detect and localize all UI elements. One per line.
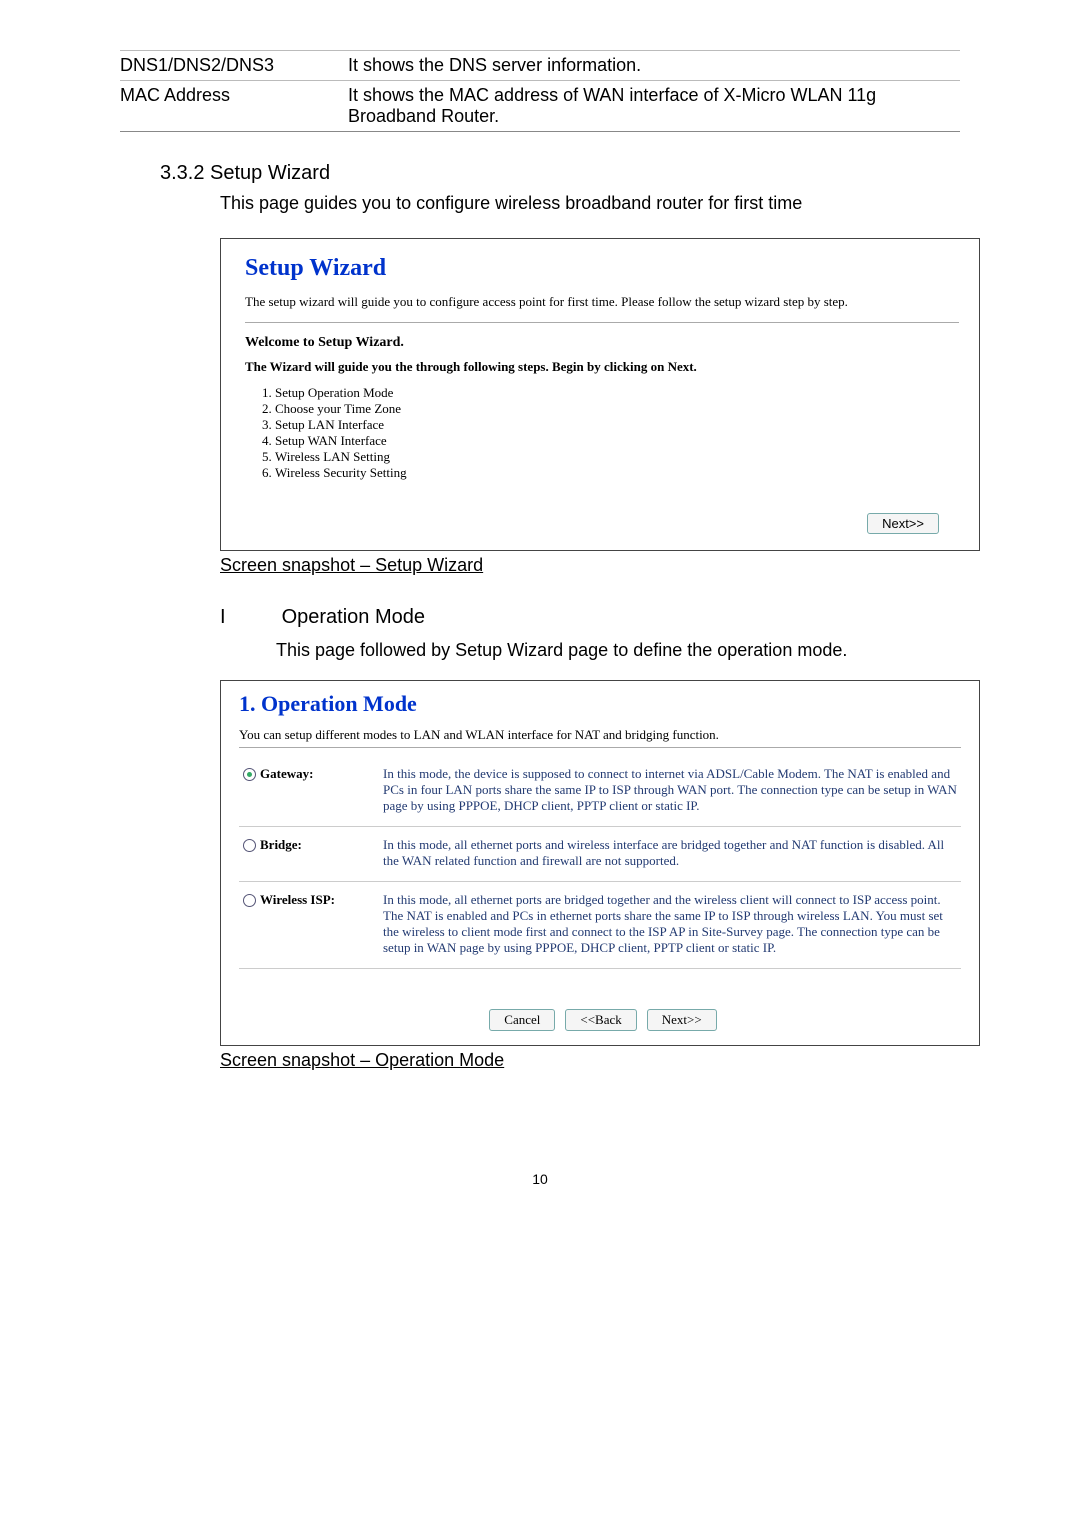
radio-gateway[interactable]	[243, 768, 256, 781]
table-row: DNS1/DNS2/DNS3 It shows the DNS server i…	[120, 51, 960, 81]
option-text: In this mode, the device is supposed to …	[383, 766, 957, 814]
setup-wizard-steps: Setup Operation Mode Choose your Time Zo…	[275, 385, 959, 481]
info-value: It shows the DNS server information.	[348, 51, 960, 81]
setup-wizard-guide: The Wizard will guide you the through fo…	[245, 359, 959, 375]
option-label: Bridge:	[260, 837, 302, 853]
section-heading: 3.3.2 Setup Wizard	[160, 162, 960, 185]
operation-mode-panel: 1. Operation Mode You can setup differen…	[220, 680, 980, 1046]
operation-mode-title: 1. Operation Mode	[239, 691, 961, 717]
table-row: MAC Address It shows the MAC address of …	[120, 81, 960, 132]
info-label: DNS1/DNS2/DNS3	[120, 51, 348, 81]
setup-wizard-title: Setup Wizard	[245, 255, 959, 282]
setup-wizard-welcome: Welcome to Setup Wizard.	[245, 335, 959, 351]
option-label: Wireless ISP:	[260, 892, 335, 908]
radio-wireless-isp[interactable]	[243, 894, 256, 907]
sublist-index: I	[220, 606, 276, 629]
info-table: DNS1/DNS2/DNS3 It shows the DNS server i…	[120, 50, 960, 132]
wizard-step: Wireless Security Setting	[275, 465, 959, 481]
wizard-step: Setup LAN Interface	[275, 417, 959, 433]
info-label: MAC Address	[120, 81, 348, 132]
option-text: In this mode, all ethernet ports are bri…	[383, 892, 957, 956]
info-value: It shows the MAC address of WAN interfac…	[348, 81, 960, 132]
sublist-description: This page followed by Setup Wizard page …	[276, 637, 960, 664]
wizard-step: Setup Operation Mode	[275, 385, 959, 401]
operation-mode-intro: You can setup different modes to LAN and…	[239, 727, 961, 748]
next-button[interactable]: Next>>	[647, 1009, 717, 1031]
radio-bridge[interactable]	[243, 839, 256, 852]
wizard-step: Wireless LAN Setting	[275, 449, 959, 465]
option-label: Gateway:	[260, 766, 313, 782]
setup-wizard-intro: The setup wizard will guide you to confi…	[245, 294, 959, 323]
cancel-button[interactable]: Cancel	[489, 1009, 555, 1031]
wizard-step: Choose your Time Zone	[275, 401, 959, 417]
setup-wizard-panel: Setup Wizard The setup wizard will guide…	[220, 238, 980, 551]
next-button[interactable]: Next>>	[867, 513, 939, 534]
screenshot-caption: Screen snapshot – Operation Mode	[220, 1050, 960, 1071]
operation-mode-option-wireless-isp: Wireless ISP: In this mode, all ethernet…	[239, 882, 961, 969]
operation-mode-option-gateway: Gateway: In this mode, the device is sup…	[239, 756, 961, 827]
operation-mode-option-bridge: Bridge: In this mode, all ethernet ports…	[239, 827, 961, 882]
screenshot-caption: Screen snapshot – Setup Wizard	[220, 555, 960, 576]
back-button[interactable]: <<Back	[565, 1009, 636, 1031]
wizard-step: Setup WAN Interface	[275, 433, 959, 449]
option-text: In this mode, all ethernet ports and wir…	[383, 837, 957, 869]
page-number: 10	[0, 1171, 1080, 1187]
sublist-title: Operation Mode	[282, 606, 425, 628]
section-description: This page guides you to configure wirele…	[220, 193, 960, 214]
